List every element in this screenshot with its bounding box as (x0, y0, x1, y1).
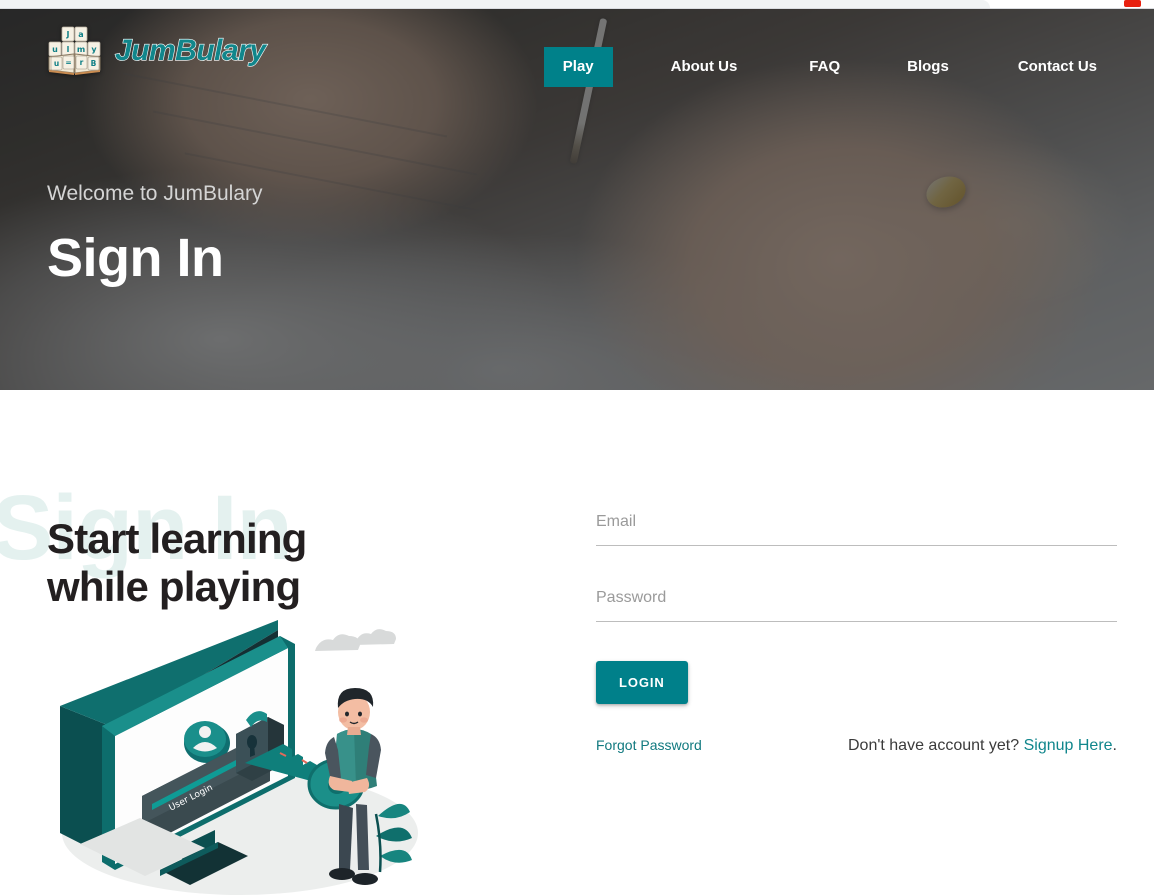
site-header: J a u l m y u = r B JumBulary Play About… (0, 9, 1154, 114)
password-field-wrapper (596, 578, 1117, 623)
password-input[interactable] (596, 578, 1117, 622)
page-title: Sign In (47, 228, 224, 288)
browser-chrome-strip (0, 0, 1154, 9)
notification-badge[interactable] (1124, 0, 1141, 7)
nav-spacer (756, 47, 790, 87)
nav-spacer (613, 47, 652, 87)
form-footer: Forgot Password Don't have account yet? … (596, 737, 1117, 755)
brand-name: JumBulary (114, 33, 266, 67)
svg-text:y: y (91, 45, 97, 54)
svg-text:l: l (67, 45, 70, 54)
nav-item-contact-us[interactable]: Contact Us (999, 47, 1116, 87)
signin-form: LOGIN Forgot Password Don't have account… (596, 502, 1117, 755)
brand-logo-link[interactable]: J a u l m y u = r B JumBulary (47, 26, 267, 76)
browser-tab[interactable] (0, 0, 990, 8)
login-button[interactable]: LOGIN (596, 661, 688, 704)
svg-text:J: J (66, 30, 70, 39)
promo-column: Sign In Start learning while playing Use… (0, 390, 560, 895)
hero-eyebrow-text: Welcome to JumBulary (47, 182, 263, 205)
svg-text:u: u (52, 45, 58, 54)
nav-item-play[interactable]: Play (543, 47, 613, 87)
svg-text:=: = (65, 58, 71, 67)
signup-prompt: Don't have account yet? Signup Here. (848, 737, 1117, 755)
plant-shape (374, 803, 412, 873)
nav-item-faq[interactable]: FAQ (790, 47, 859, 87)
signup-link[interactable]: Signup Here (1024, 737, 1113, 754)
hero-banner: J a u l m y u = r B JumBulary Play About… (0, 9, 1154, 390)
promo-heading-line-1: Start learning (47, 515, 307, 562)
promo-heading: Start learning while playing (47, 515, 307, 611)
svg-text:u: u (54, 59, 59, 68)
main-navigation: Play About Us FAQ Blogs Contact Us (543, 47, 1116, 87)
svg-text:a: a (78, 30, 83, 39)
nav-item-blogs[interactable]: Blogs (888, 47, 968, 87)
svg-text:B: B (91, 59, 97, 68)
hero-copy: Welcome to JumBulary Sign In (47, 179, 263, 293)
nav-item-about-us[interactable]: About Us (652, 47, 757, 87)
nav-spacer (968, 47, 999, 87)
cloud-shapes (315, 629, 396, 651)
email-input[interactable] (596, 502, 1117, 546)
promo-heading-line-2: while playing (47, 563, 301, 610)
svg-text:r: r (80, 58, 84, 67)
svg-text:m: m (77, 45, 85, 54)
signup-suffix: . (1112, 737, 1117, 754)
user-login-monitor-key-illustration: User Login (40, 608, 440, 895)
book-letter-tiles-logo-icon: J a u l m y u = r B (47, 26, 105, 76)
nav-spacer (859, 47, 888, 87)
email-field-wrapper (596, 502, 1117, 547)
signup-prompt-text: Don't have account yet? (847, 737, 1024, 754)
signin-main-section: Sign In Start learning while playing Use… (0, 390, 1154, 895)
forgot-password-link[interactable]: Forgot Password (596, 737, 702, 753)
